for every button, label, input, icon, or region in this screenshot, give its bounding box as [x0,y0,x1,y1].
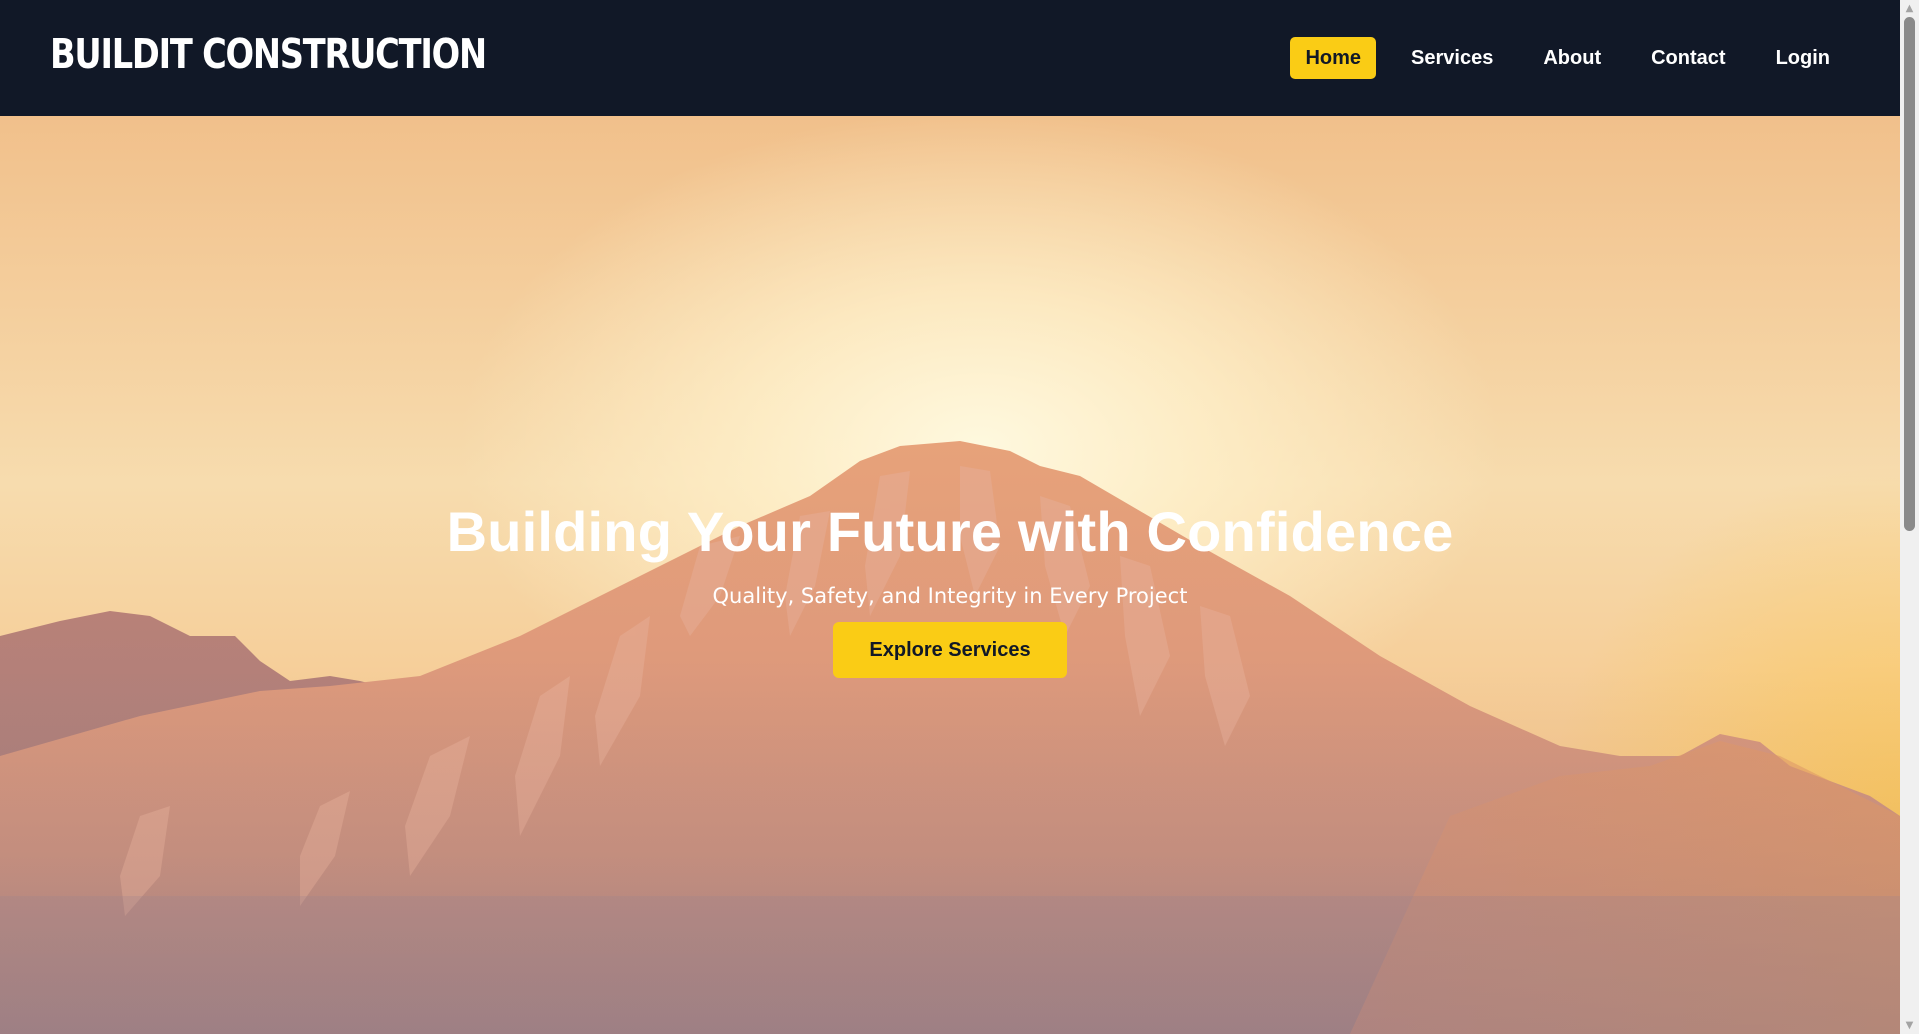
nav-link-login[interactable]: Login [1761,37,1845,79]
nav-link-contact[interactable]: Contact [1636,37,1740,79]
scroll-up-arrow-icon[interactable]: ▲ [1900,0,1919,17]
nav-link-services[interactable]: Services [1396,37,1508,79]
vertical-scrollbar[interactable]: ▲ ▼ [1900,0,1919,1034]
scrollbar-thumb[interactable] [1904,17,1915,531]
hero-section: Building Your Future with Confidence Qua… [0,116,1900,1034]
nav-menu: Home Services About Contact Login [1290,37,1845,79]
nav-link-about[interactable]: About [1528,37,1616,79]
nav-link-home[interactable]: Home [1290,37,1377,79]
hero-content: Building Your Future with Confidence Qua… [0,498,1900,678]
navbar: BUILDIT CONSTRUCTION Home Services About… [0,0,1900,116]
scroll-down-arrow-icon[interactable]: ▼ [1900,1017,1919,1034]
hero-title: Building Your Future with Confidence [446,500,1454,563]
explore-services-button[interactable]: Explore Services [833,622,1067,678]
hero-subtitle: Quality, Safety, and Integrity in Every … [712,584,1188,608]
brand-logo[interactable]: BUILDIT CONSTRUCTION [50,30,487,78]
page: BUILDIT CONSTRUCTION Home Services About… [0,0,1919,1034]
